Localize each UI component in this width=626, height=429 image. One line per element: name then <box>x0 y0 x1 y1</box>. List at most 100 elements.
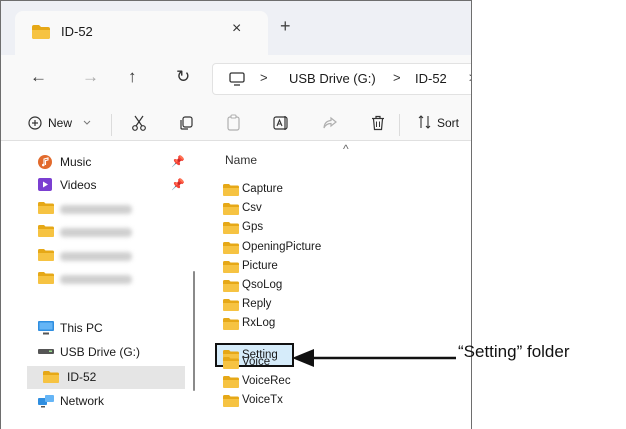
folder-icon <box>223 299 239 312</box>
file-item-picture[interactable]: Picture <box>220 257 330 277</box>
file-item-label: Capture <box>242 183 283 195</box>
sidebar-item-hidden-folder[interactable] <box>24 199 194 219</box>
sort-button[interactable]: Sort <box>418 104 472 141</box>
file-item-label: Picture <box>242 259 278 272</box>
delete-icon[interactable] <box>370 115 386 131</box>
command-bar: New Sort <box>0 104 472 141</box>
sidebar-item-label: This PC <box>60 321 103 335</box>
folder-icon <box>38 202 54 214</box>
breadcrumb-separator: > <box>260 70 268 85</box>
file-item-voicetx[interactable]: VoiceTx <box>220 391 330 411</box>
folder-icon <box>43 371 59 383</box>
file-item-label: Gps <box>242 221 264 234</box>
sidebar-item-hidden-folder[interactable] <box>24 222 194 242</box>
redacted-label <box>60 252 132 261</box>
tab-title: ID-52 <box>61 24 93 39</box>
sidebar-item-hidden-folder[interactable] <box>24 246 194 266</box>
cut-icon[interactable] <box>131 115 147 131</box>
sidebar-item-hidden-folder[interactable] <box>24 269 194 289</box>
sidebar-item-label: Videos <box>60 178 97 192</box>
toolbar-divider <box>111 114 112 136</box>
file-item-label: QsoLog <box>242 279 283 291</box>
plus-circle-icon <box>28 116 42 130</box>
monitor-icon <box>229 72 245 86</box>
folder-icon <box>38 272 54 284</box>
folder-icon <box>223 376 239 388</box>
folder-icon <box>223 280 239 292</box>
file-item-reply[interactable]: Reply <box>220 295 330 315</box>
file-item-label: Csv <box>242 202 262 215</box>
sidebar-scrollbar[interactable] <box>193 271 195 391</box>
network-icon <box>38 395 54 408</box>
videos-icon <box>38 178 52 191</box>
new-button[interactable]: New <box>28 104 106 141</box>
folder-icon <box>223 260 239 273</box>
sidebar-item-label: USB Drive (G:) <box>60 345 141 359</box>
toolbar-divider <box>399 114 400 136</box>
sidebar-item-id-52[interactable]: ID-52 <box>27 366 185 389</box>
folder-icon <box>32 25 50 39</box>
chevron-down-icon <box>83 120 91 125</box>
back-icon[interactable]: ← <box>30 67 47 87</box>
up-icon[interactable]: ↑ <box>128 67 137 87</box>
file-list: ^ Name Capture Csv Gps OpeningPicture Pictur… <box>198 141 472 429</box>
folder-icon <box>223 203 239 216</box>
file-item-label: VoiceTx <box>242 394 283 407</box>
navigation-pane: Music 📌 Videos 📌 This PC USB Drive (G:) … <box>0 141 198 429</box>
folder-icon <box>38 249 54 261</box>
file-item-openingpicture[interactable]: OpeningPicture <box>220 238 330 258</box>
tab-strip: ID-52 × + <box>0 0 472 55</box>
folder-icon <box>223 241 239 254</box>
redacted-label <box>60 205 132 214</box>
file-item-qsolog[interactable]: QsoLog <box>220 276 330 296</box>
folder-icon <box>223 222 239 235</box>
sidebar-item-videos[interactable]: Videos 📌 <box>24 175 194 195</box>
folder-icon <box>223 318 239 331</box>
sort-caret-icon: ^ <box>343 142 349 156</box>
file-item-rxlog[interactable]: RxLog <box>220 314 330 334</box>
sidebar-item-network[interactable]: Network <box>24 391 194 411</box>
rename-icon[interactable] <box>273 115 291 131</box>
folder-icon <box>38 225 54 237</box>
folder-icon <box>223 184 239 196</box>
redacted-label <box>60 228 132 237</box>
file-item-label: Voice <box>242 355 271 368</box>
sidebar-item-label: ID-52 <box>67 370 97 384</box>
file-item-csv[interactable]: Csv <box>220 199 330 219</box>
folder-icon <box>223 356 239 369</box>
new-tab-icon[interactable]: + <box>280 17 291 35</box>
sidebar-item-this-pc[interactable]: This PC <box>24 318 194 338</box>
close-icon[interactable]: × <box>232 20 241 38</box>
breadcrumb-usb-drive[interactable]: USB Drive (G:) <box>289 71 376 86</box>
file-item-label: RxLog <box>242 317 276 330</box>
tab-id-52[interactable]: ID-52 × <box>15 11 268 55</box>
copy-icon[interactable] <box>178 115 194 131</box>
pin-icon[interactable]: 📌 <box>171 155 185 168</box>
pin-icon[interactable]: 📌 <box>171 178 185 191</box>
sort-label: Sort <box>437 116 460 130</box>
share-icon[interactable] <box>322 115 338 131</box>
paste-icon[interactable] <box>226 114 242 132</box>
redacted-label <box>60 275 132 284</box>
callout-arrow <box>292 349 456 367</box>
sidebar-item-usb-drive[interactable]: USB Drive (G:) <box>24 342 194 362</box>
file-item-label: OpeningPicture <box>242 240 322 253</box>
sidebar-item-music[interactable]: Music 📌 <box>24 152 194 172</box>
forward-icon[interactable]: → <box>82 67 99 87</box>
new-label: New <box>48 116 73 130</box>
file-item-label: VoiceRec <box>242 375 291 387</box>
address-bar: ← → ↑ ↻ > USB Drive (G:) > ID-52 > <box>0 55 472 104</box>
column-header-name[interactable]: Name <box>225 153 257 167</box>
drive-icon <box>38 349 54 354</box>
music-icon <box>38 155 52 169</box>
file-item-gps[interactable]: Gps <box>220 218 330 238</box>
refresh-icon[interactable]: ↻ <box>176 67 190 87</box>
file-item-capture[interactable]: Capture <box>220 180 330 200</box>
breadcrumb-id-52[interactable]: ID-52 <box>415 71 447 86</box>
sidebar-item-label: Music <box>60 155 92 169</box>
sidebar-item-label: Network <box>60 394 105 408</box>
breadcrumb-separator: > <box>393 70 401 85</box>
file-item-voicerec[interactable]: VoiceRec <box>220 372 330 392</box>
folder-icon <box>223 395 239 408</box>
breadcrumb[interactable]: > USB Drive (G:) > ID-52 > <box>212 63 472 95</box>
